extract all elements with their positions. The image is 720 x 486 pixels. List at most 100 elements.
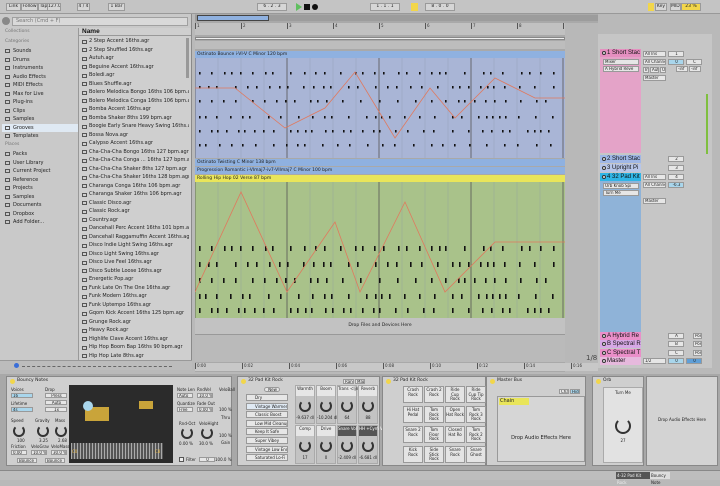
midi-note[interactable]	[548, 308, 550, 313]
macro-knob[interactable]	[341, 440, 353, 452]
return-letter-button[interactable]: A	[668, 333, 684, 339]
post-button[interactable]: Post	[693, 349, 702, 356]
midi-note[interactable]	[421, 262, 423, 267]
key-map-button[interactable]: Key	[655, 3, 667, 11]
macro-knob[interactable]	[299, 440, 311, 452]
midi-note[interactable]	[540, 308, 542, 313]
drum-pad[interactable]: Snare Ghost	[466, 446, 486, 463]
list-item[interactable]: Classic Disco.agr	[79, 199, 189, 208]
midi-note[interactable]	[478, 116, 480, 119]
drum-pad[interactable]: Side Stick Rock	[424, 446, 444, 463]
midi-note[interactable]	[297, 130, 299, 133]
midi-note[interactable]	[324, 246, 326, 251]
track-1-device-chooser[interactable]: A Hybrid Reve	[603, 66, 639, 72]
midi-note[interactable]	[545, 278, 547, 283]
monitor-in[interactable]: In	[643, 67, 649, 73]
overview-strip[interactable]	[195, 15, 598, 21]
midi-note[interactable]	[362, 246, 364, 251]
midi-note[interactable]	[331, 116, 333, 119]
midi-note[interactable]	[548, 130, 550, 133]
map-button[interactable]: Map	[355, 379, 365, 384]
midi-note[interactable]	[330, 262, 332, 267]
midi-note[interactable]	[461, 116, 463, 119]
midi-note[interactable]	[433, 308, 435, 313]
monitor-auto[interactable]: Auto	[650, 67, 659, 73]
midi-note[interactable]	[434, 116, 436, 119]
midi-note[interactable]	[423, 308, 425, 313]
monitor-off[interactable]: Off	[660, 67, 666, 73]
list-item[interactable]: Gqom Kick Accent 16ths 125 bpm.agr	[79, 309, 189, 318]
midi-note[interactable]	[480, 86, 482, 89]
rndvel-field[interactable]: 10.0 %	[197, 393, 213, 398]
drum-pad[interactable]: Tom Rock Rock	[424, 406, 444, 423]
midi-note[interactable]	[379, 308, 381, 313]
midi-note[interactable]	[322, 144, 324, 147]
midi-note[interactable]	[529, 72, 531, 75]
midi-note[interactable]	[362, 308, 364, 313]
track-activator-icon[interactable]	[601, 334, 606, 338]
midi-note[interactable]	[445, 100, 447, 103]
midi-note[interactable]	[325, 130, 327, 133]
place-item-documents[interactable]: Documents	[2, 201, 78, 209]
midi-note[interactable]	[461, 294, 463, 299]
midi-note[interactable]	[505, 116, 507, 119]
midi-note[interactable]	[415, 100, 417, 103]
midi-note[interactable]	[199, 100, 201, 103]
midi-note[interactable]	[285, 100, 287, 103]
midi-note[interactable]	[305, 308, 307, 313]
midi-note[interactable]	[311, 308, 313, 313]
midi-note[interactable]	[502, 130, 504, 133]
midi-note[interactable]	[505, 100, 507, 103]
midi-note[interactable]	[256, 86, 258, 89]
midi-note[interactable]	[520, 278, 522, 283]
midi-note[interactable]	[313, 86, 315, 89]
midi-note[interactable]	[504, 262, 506, 267]
track-activator-icon[interactable]	[601, 51, 606, 55]
midi-note[interactable]	[431, 100, 433, 103]
midi-note[interactable]	[216, 294, 218, 299]
place-item-reference[interactable]: Reference	[2, 176, 78, 184]
clip-rolling-hip-hop[interactable]	[194, 182, 565, 318]
midi-note[interactable]	[269, 86, 271, 89]
midi-note[interactable]	[254, 308, 256, 313]
midi-map-button[interactable]: MIDI	[670, 3, 681, 11]
drum-pad[interactable]: Closed Hat Ro	[445, 426, 465, 443]
status-device-name[interactable]: Bouncy Note	[650, 472, 670, 485]
time-signature-field[interactable]: 4 / 4	[77, 3, 90, 11]
midi-note[interactable]	[350, 308, 352, 313]
play-icon[interactable]	[296, 3, 302, 11]
midi-note[interactable]	[265, 72, 267, 75]
midi-note[interactable]	[373, 308, 375, 313]
midi-note[interactable]	[535, 116, 537, 119]
midi-note[interactable]	[387, 262, 389, 267]
list-item[interactable]: Funk Late On The One 16ths.agr	[79, 284, 189, 293]
midi-note[interactable]	[519, 262, 521, 267]
midi-note[interactable]	[504, 144, 506, 147]
midi-note[interactable]	[395, 308, 397, 313]
midi-note[interactable]	[534, 308, 536, 313]
list-item[interactable]: Bomba Accent 16ths.agr	[79, 105, 189, 114]
midi-note[interactable]	[552, 294, 554, 299]
midi-note[interactable]	[410, 86, 412, 89]
chain-item[interactable]: Super Vibey	[246, 437, 288, 444]
track-volume[interactable]: -6.3	[668, 182, 684, 188]
list-item[interactable]: Charanga Shaker 16ths 106 bpm.agr	[79, 190, 189, 199]
midi-note[interactable]	[205, 116, 207, 119]
midi-note[interactable]	[494, 278, 496, 283]
midi-note[interactable]	[340, 72, 342, 75]
midi-note[interactable]	[297, 144, 299, 147]
track-activator-icon[interactable]	[601, 166, 606, 170]
list-item[interactable]: Hip Hop Late 8ths.agr	[79, 352, 189, 361]
midi-note[interactable]	[445, 246, 447, 251]
device-power-icon[interactable]	[490, 379, 495, 384]
list-item[interactable]: Calypso Accent 16ths.agr	[79, 139, 189, 148]
friction-field[interactable]: 0.00	[11, 450, 27, 455]
midi-note[interactable]	[205, 144, 207, 147]
midi-note[interactable]	[268, 294, 270, 299]
quantize-menu[interactable]: 1 Bar	[108, 3, 125, 11]
chain-item[interactable]: Vintage Low End	[246, 445, 288, 453]
midi-note[interactable]	[231, 144, 233, 147]
midi-note[interactable]	[534, 130, 536, 133]
midi-note[interactable]	[468, 86, 470, 89]
midi-note[interactable]	[326, 100, 328, 103]
